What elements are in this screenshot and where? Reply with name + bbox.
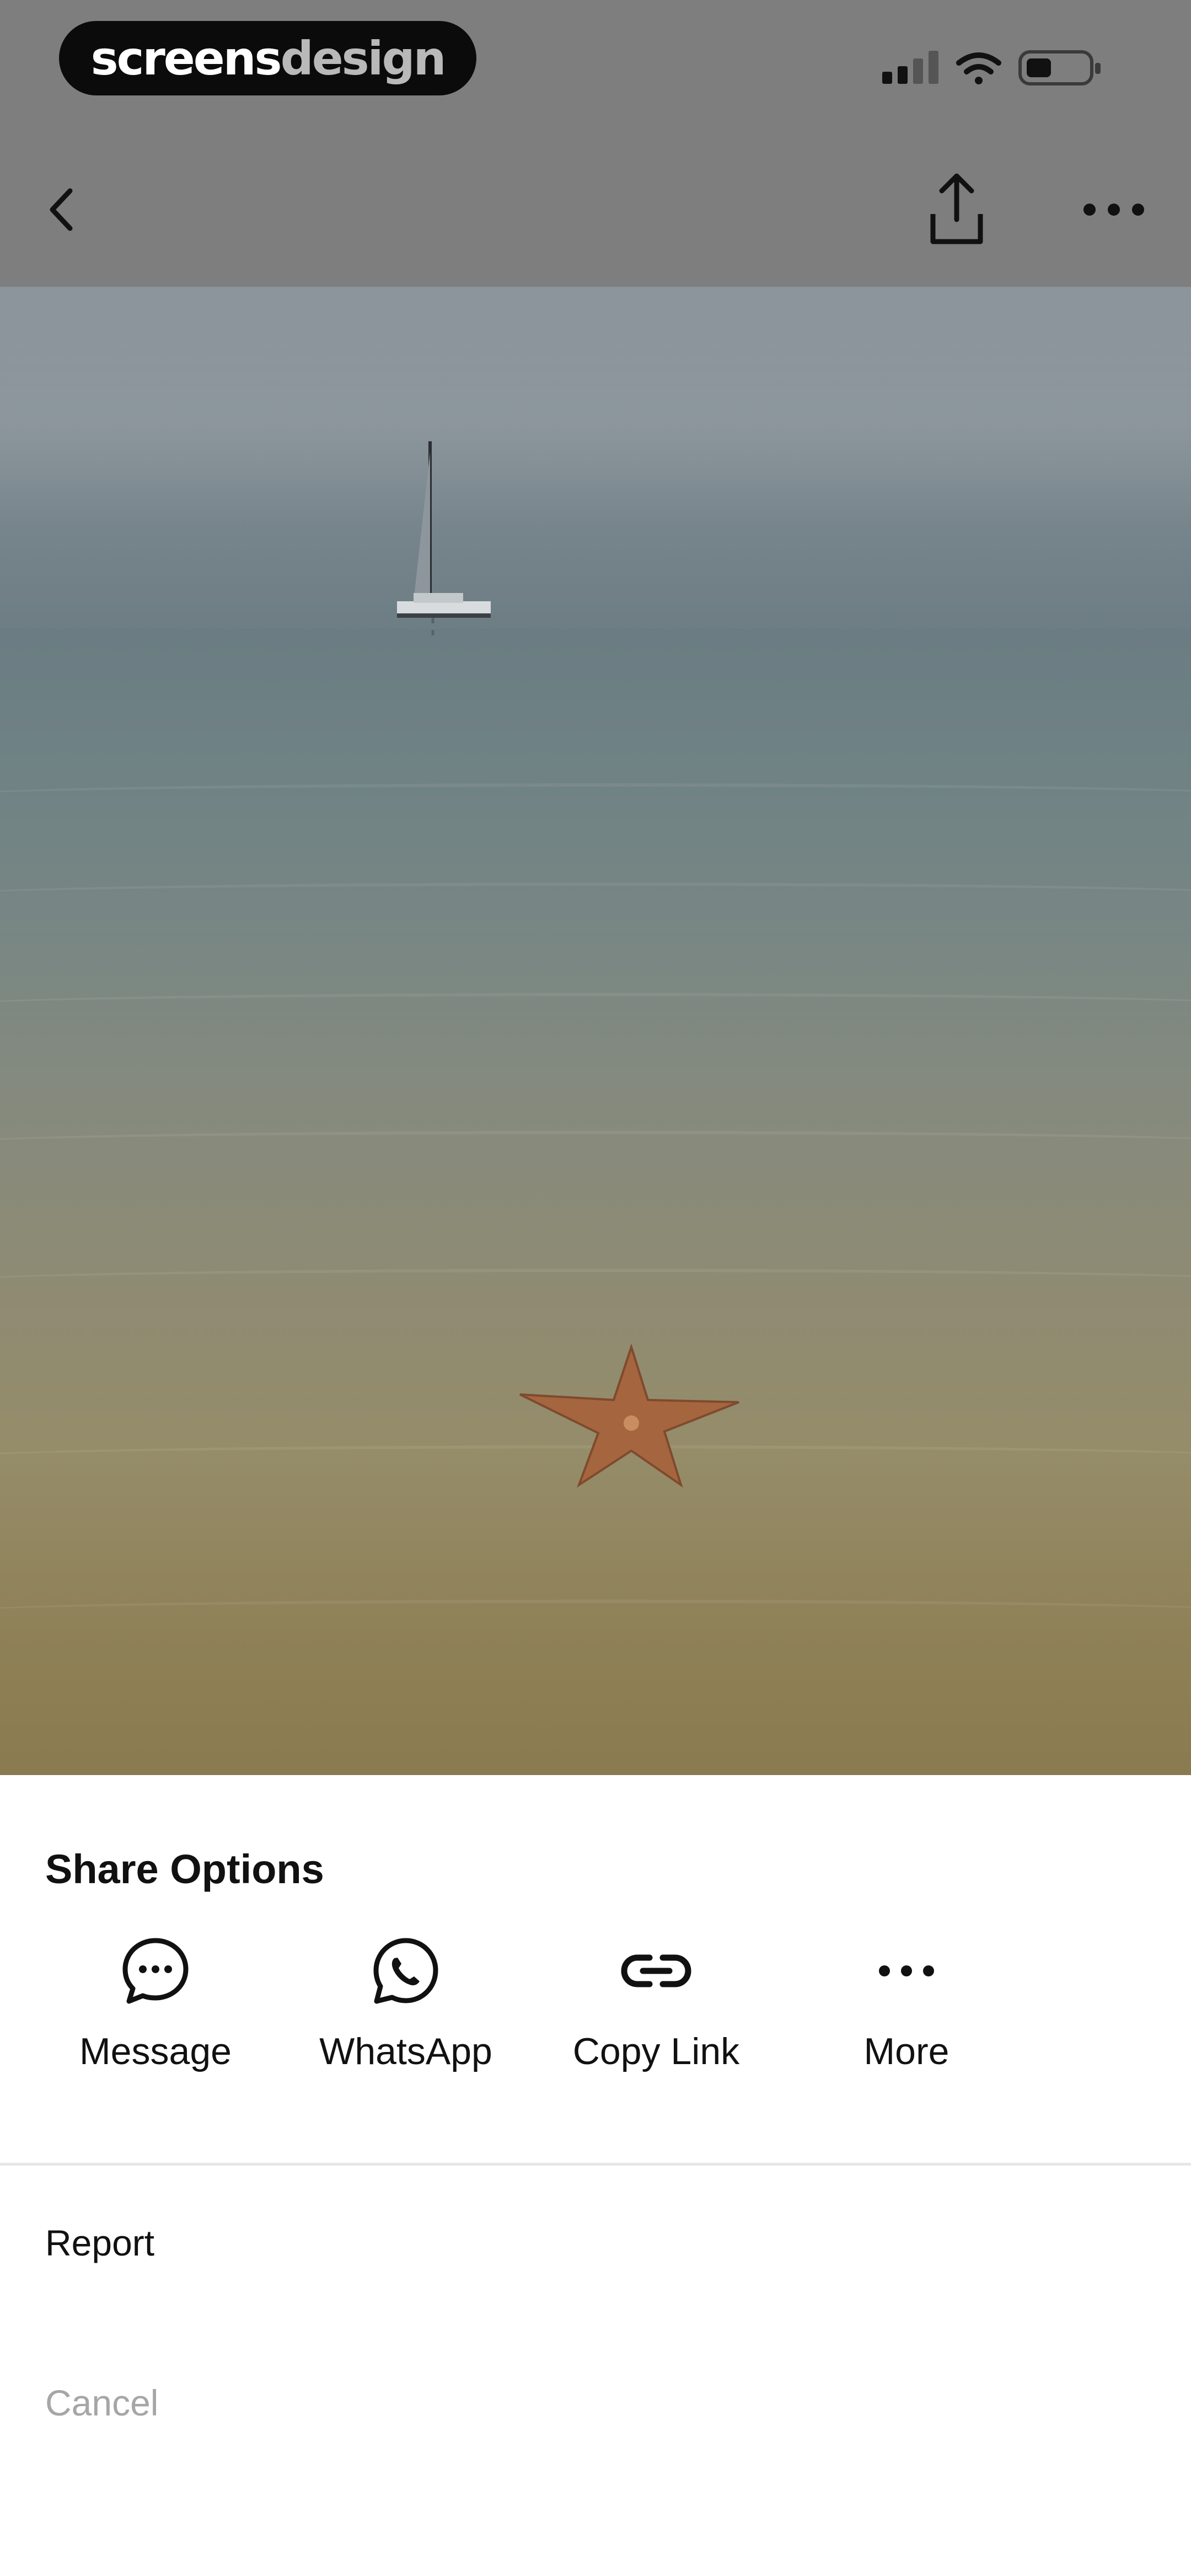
link-icon	[621, 1954, 691, 1987]
share-target-message[interactable]: Message	[34, 1930, 277, 2112]
share-target-label: More	[863, 2030, 949, 2072]
more-horizontal-icon	[1083, 204, 1144, 216]
share-upload-icon	[930, 173, 983, 244]
back-button[interactable]	[33, 165, 88, 254]
share-target-label: Copy Link	[572, 2030, 740, 2072]
battery-icon	[1018, 50, 1101, 85]
whatsapp-icon	[373, 1938, 438, 2004]
share-options-sheet: Share Options Message WhatsApp Copy Link…	[0, 1775, 1191, 2576]
brand-text-secondary: design	[280, 31, 447, 85]
share-target-label: WhatsApp	[319, 2030, 492, 2072]
share-target-whatsapp[interactable]: WhatsApp	[285, 1930, 527, 2112]
water-ripple	[0, 993, 1191, 1018]
sheet-title: Share Options	[45, 1846, 324, 1892]
cancel-button[interactable]: Cancel	[45, 2382, 158, 2424]
signal-icon	[882, 51, 938, 84]
brand-text-primary: screens	[90, 31, 282, 85]
water-ripple	[0, 1131, 1191, 1156]
more-options-button[interactable]	[1075, 165, 1152, 254]
sailboat-image	[397, 441, 491, 640]
brand-logo: screens design	[59, 21, 476, 95]
dimmed-background[interactable]: screens design	[0, 0, 1191, 1782]
share-target-label: Message	[79, 2030, 232, 2072]
wifi-icon	[956, 52, 1001, 84]
share-button[interactable]	[915, 165, 998, 254]
back-icon	[50, 188, 73, 231]
water-ripple	[0, 783, 1191, 809]
more-horizontal-icon	[879, 1965, 934, 1976]
photo-sky	[0, 287, 1191, 629]
water-ripple	[0, 883, 1191, 908]
status-icons	[882, 50, 1101, 85]
water-ripple	[0, 1600, 1191, 1625]
share-target-copy-link[interactable]: Copy Link	[535, 1930, 777, 2112]
share-target-more[interactable]: More	[785, 1930, 1028, 2112]
report-button[interactable]: Report	[45, 2222, 154, 2264]
water-ripple	[0, 1269, 1191, 1294]
message-bubble-icon	[122, 1938, 189, 2004]
starfish-image	[519, 1343, 739, 1488]
divider	[0, 2163, 1191, 2166]
